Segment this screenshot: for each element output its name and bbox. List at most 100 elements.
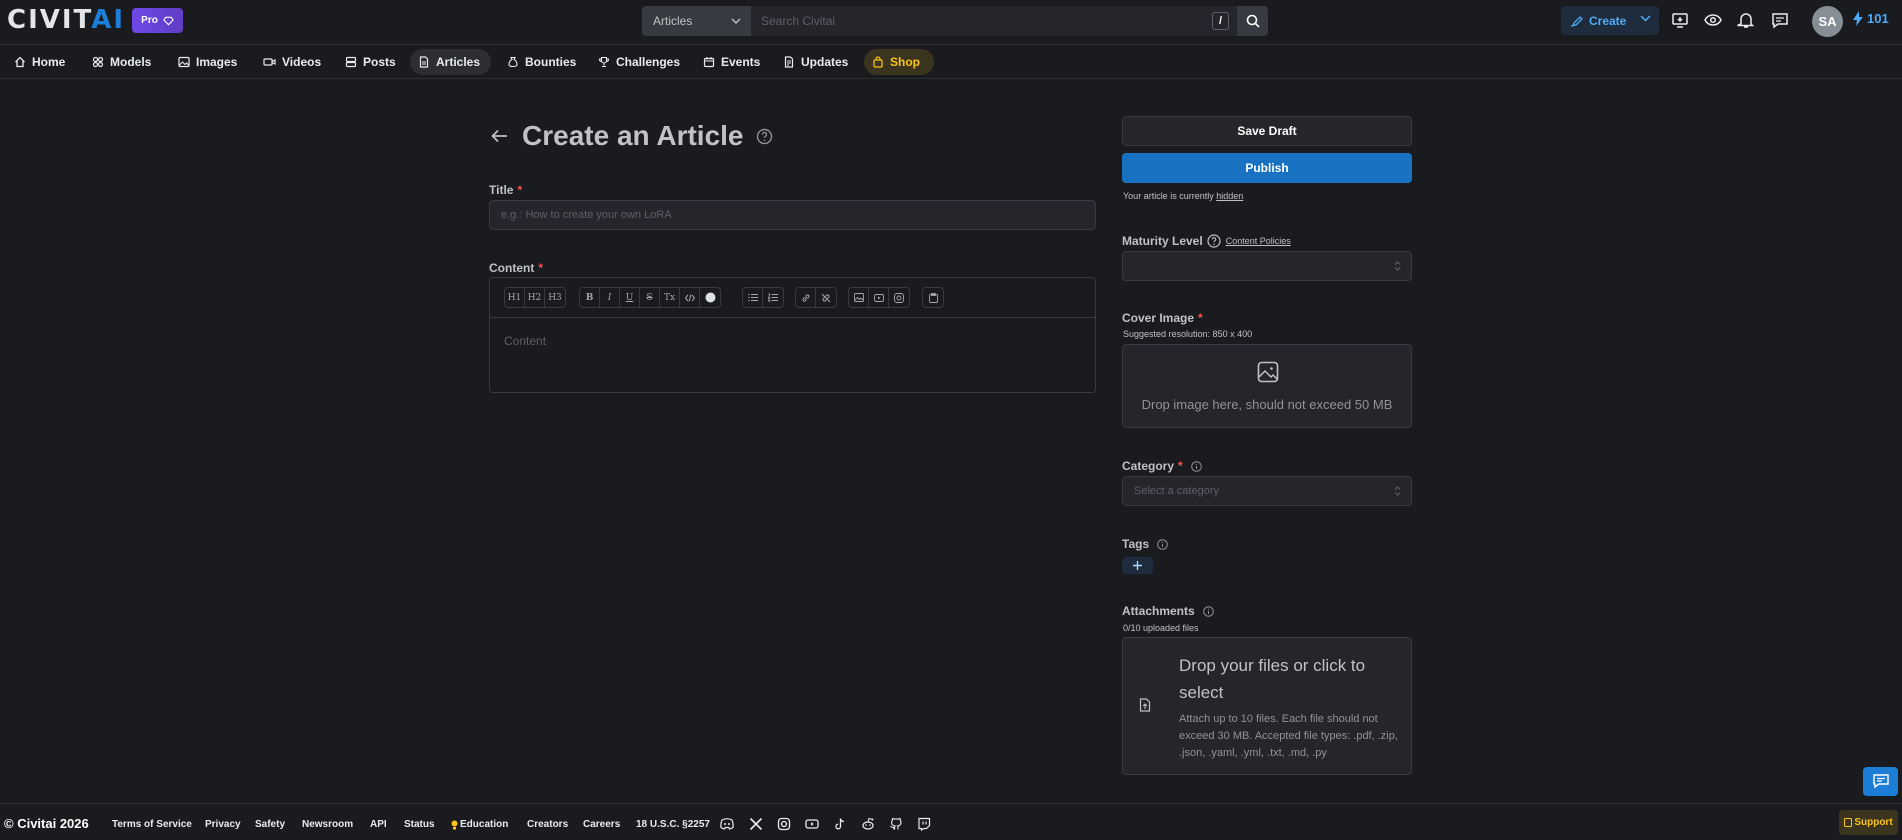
nav-label: Posts — [363, 55, 396, 69]
nav-label: Bounties — [525, 55, 577, 69]
strikethrough-button[interactable]: S — [640, 288, 660, 307]
italic-button[interactable]: I — [600, 288, 620, 307]
nav-bounties[interactable]: Bounties — [499, 49, 584, 75]
page-title: Create an Article — [522, 120, 744, 151]
info-icon[interactable] — [1202, 605, 1214, 617]
save-draft-button[interactable]: Save Draft — [1122, 116, 1412, 146]
maturity-label-text: Maturity Level — [1122, 234, 1203, 248]
footer-link-newsroom[interactable]: Newsroom — [302, 819, 353, 830]
chat-fab-button[interactable] — [1863, 767, 1898, 796]
help-circle-icon[interactable] — [1207, 234, 1221, 248]
link-button[interactable] — [796, 288, 816, 307]
screen-download-icon[interactable] — [1671, 11, 1689, 29]
bullet-list-button[interactable] — [743, 288, 763, 307]
help-circle-icon[interactable] — [756, 128, 773, 145]
footer-link-safety[interactable]: Safety — [255, 819, 285, 830]
underline-button[interactable]: U — [620, 288, 640, 307]
eye-settings-icon[interactable] — [1704, 11, 1722, 29]
chat-icon — [1872, 774, 1889, 789]
twitch-icon[interactable] — [917, 817, 931, 831]
article-icon — [418, 56, 430, 68]
heading-1-button[interactable]: H1 — [505, 288, 525, 307]
instagram-icon[interactable] — [777, 817, 791, 831]
text-color-button[interactable] — [700, 288, 720, 307]
color-swatch-icon — [705, 292, 716, 303]
bold-button[interactable]: B — [580, 288, 600, 307]
create-button[interactable]: Create — [1561, 6, 1659, 35]
discord-icon[interactable] — [720, 817, 734, 831]
arrow-left-icon[interactable] — [491, 129, 508, 143]
unlink-button[interactable] — [816, 288, 836, 307]
clipboard-icon — [928, 292, 938, 303]
pro-badge[interactable]: Pro — [132, 8, 183, 33]
footer-link-education[interactable]: Education — [451, 819, 508, 830]
status-hidden-link[interactable]: hidden — [1216, 191, 1243, 201]
clipboard-button[interactable] — [923, 288, 943, 307]
attachments-dropzone[interactable]: Drop your files or click to select Attac… — [1122, 637, 1412, 775]
search-button[interactable] — [1237, 6, 1268, 36]
content-policies-link[interactable]: Content Policies — [1226, 236, 1291, 246]
content-editor: H1 H2 H3 B I U S Tx Content — [489, 277, 1096, 393]
nav-articles[interactable]: Articles — [410, 49, 491, 75]
civitai-logo[interactable]: CIVITAI — [7, 7, 125, 33]
footer-link-creators[interactable]: Creators — [527, 819, 568, 830]
bell-icon[interactable] — [1737, 11, 1755, 29]
chevron-down-icon[interactable] — [1640, 15, 1651, 22]
footer-link-2257[interactable]: 18 U.S.C. §2257 — [636, 819, 710, 830]
publish-button[interactable]: Publish — [1122, 153, 1412, 183]
add-tag-button[interactable] — [1122, 557, 1153, 574]
attach-description: Attach up to 10 files. Each file should … — [1179, 713, 1398, 759]
search-input[interactable]: Search Civitai / — [751, 6, 1237, 36]
ordered-list-button[interactable] — [763, 288, 783, 307]
github-icon[interactable] — [889, 817, 903, 831]
nav-images[interactable]: Images — [170, 49, 245, 75]
info-icon[interactable] — [1190, 460, 1202, 472]
copyright: © Civitai 2026 — [4, 816, 89, 831]
nav-posts[interactable]: Posts — [337, 49, 404, 75]
clear-format-button[interactable]: Tx — [660, 288, 680, 307]
heading-2-button[interactable]: H2 — [525, 288, 545, 307]
nav-challenges[interactable]: Challenges — [590, 49, 688, 75]
shopping-bag-icon — [872, 56, 884, 68]
buzz-balance[interactable]: 101 — [1852, 11, 1889, 26]
nav-label: Articles — [436, 55, 481, 69]
insert-video-button[interactable] — [869, 288, 889, 307]
footer-link-careers[interactable]: Careers — [583, 819, 620, 830]
heading-3-button[interactable]: H3 — [545, 288, 565, 307]
avatar[interactable]: SA — [1812, 6, 1843, 37]
search-placeholder: Search Civitai — [761, 14, 836, 28]
insert-instagram-button[interactable] — [889, 288, 909, 307]
info-icon[interactable] — [1157, 538, 1168, 550]
cover-image-dropzone[interactable]: Drop image here, should not exceed 50 MB — [1122, 344, 1412, 428]
nav-videos[interactable]: Videos — [255, 49, 329, 75]
footer-link-privacy[interactable]: Privacy — [205, 819, 241, 830]
trophy-icon — [598, 56, 610, 68]
nav-models[interactable]: Models — [84, 49, 159, 75]
nav-shop[interactable]: Shop — [864, 49, 934, 75]
footer-link-status[interactable]: Status — [404, 819, 435, 830]
editor-content[interactable]: Content — [504, 334, 546, 348]
reddit-icon[interactable] — [861, 817, 875, 831]
category-select[interactable]: Select a category — [1122, 476, 1412, 506]
chat-icon[interactable] — [1771, 11, 1789, 29]
support-button[interactable]: Support — [1839, 810, 1898, 835]
category-label: Category * — [1122, 459, 1202, 473]
youtube-icon[interactable] — [805, 817, 819, 831]
maturity-select[interactable] — [1122, 251, 1412, 281]
x-twitter-icon[interactable] — [749, 817, 763, 831]
title-input[interactable]: e.g.: How to create your own LoRA — [489, 200, 1096, 230]
footer: © Civitai 2026 Terms of Service Privacy … — [0, 803, 1902, 840]
search-shortcut-key: / — [1212, 12, 1229, 30]
nav-events[interactable]: Events — [695, 49, 768, 75]
footer-link-education-label: Education — [460, 819, 509, 830]
selector-icon — [1394, 261, 1401, 271]
nav-updates[interactable]: Updates — [775, 49, 856, 75]
search-scope-select[interactable]: Articles — [642, 6, 751, 36]
nav-home[interactable]: Home — [6, 49, 73, 75]
footer-link-api[interactable]: API — [370, 819, 387, 830]
insert-image-button[interactable] — [849, 288, 869, 307]
cover-hint: Suggested resolution: 850 x 400 — [1123, 329, 1253, 339]
footer-link-terms[interactable]: Terms of Service — [112, 819, 192, 830]
code-button[interactable] — [680, 288, 700, 307]
tiktok-icon[interactable] — [833, 817, 847, 831]
